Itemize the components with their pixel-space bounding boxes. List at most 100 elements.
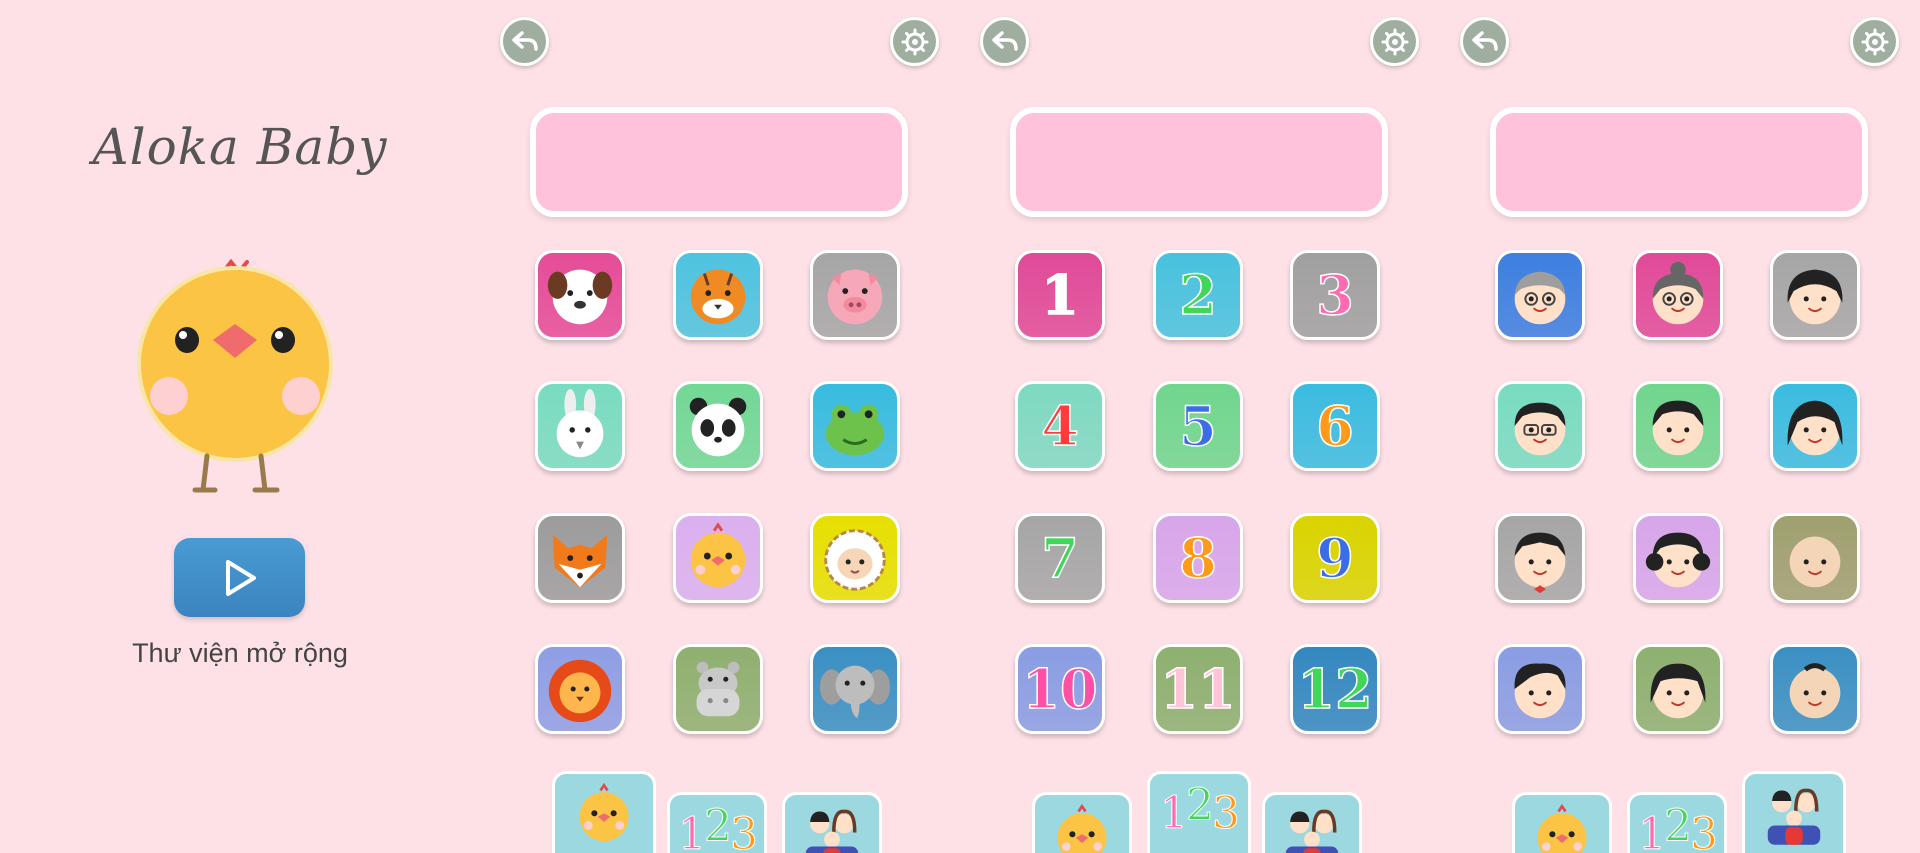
number-label: 12: [1297, 657, 1374, 721]
tile-sheep[interactable]: [810, 513, 900, 603]
baby-icon: [1789, 536, 1841, 588]
number-label: 6: [1315, 394, 1354, 458]
tile-number[interactable]: 5: [1153, 381, 1243, 471]
tile-panda[interactable]: [673, 381, 763, 471]
back-arrow-icon: [1471, 30, 1498, 51]
number-label: 11: [1160, 657, 1237, 721]
tile-number[interactable]: 7: [1015, 513, 1105, 603]
number-label: 2: [1178, 263, 1217, 327]
tile-lion[interactable]: [535, 644, 625, 734]
numbers-tab-label: 123: [678, 801, 759, 853]
library-label: Thư viện mở rộng: [132, 638, 348, 668]
tab-numbers[interactable]: 123: [667, 792, 767, 853]
tab-chick[interactable]: [1512, 792, 1612, 853]
back-arrow-icon: [511, 30, 538, 51]
uncle-icon: [1652, 400, 1704, 456]
tile-baby[interactable]: [1770, 513, 1860, 603]
family-icon: [1285, 809, 1339, 853]
number-label: 7: [1040, 526, 1079, 590]
tab-numbers[interactable]: 123: [1147, 771, 1251, 853]
tab-chick[interactable]: [552, 771, 656, 853]
lion-icon: [548, 659, 612, 723]
panel-family: 123: [1460, 0, 1920, 853]
tile-number[interactable]: 6: [1290, 381, 1380, 471]
tile-grandmother[interactable]: [1633, 250, 1723, 340]
tile-fox[interactable]: [535, 513, 625, 603]
grandmother-icon: [1652, 261, 1704, 325]
play-button[interactable]: [174, 538, 305, 617]
father-icon: [1514, 402, 1566, 456]
girl-icon: [1787, 269, 1843, 325]
gear-icon: [901, 28, 928, 55]
back-arrow-icon: [991, 30, 1018, 51]
tile-aunt[interactable]: [1633, 513, 1723, 603]
tile-dog[interactable]: [535, 250, 625, 340]
tile-toddler[interactable]: [1770, 644, 1860, 734]
tile-young-woman[interactable]: [1633, 644, 1723, 734]
tile-number[interactable]: 2: [1153, 250, 1243, 340]
panda-icon: [689, 397, 747, 457]
aunt-icon: [1645, 532, 1711, 588]
back-button[interactable]: [500, 17, 549, 66]
rabbit-icon: [556, 388, 604, 458]
family-icon: [1767, 788, 1821, 845]
toddler-icon: [1789, 663, 1841, 719]
young-man-icon: [1514, 663, 1566, 719]
back-button[interactable]: [1460, 17, 1509, 66]
sheep-icon: [824, 529, 886, 591]
chick-icon: [579, 782, 629, 842]
tab-family[interactable]: [1262, 792, 1362, 853]
pig-icon: [827, 269, 883, 325]
tile-number[interactable]: 1: [1015, 250, 1105, 340]
tile-boy[interactable]: [1495, 513, 1585, 603]
tiger-icon: [690, 269, 746, 325]
tile-rabbit[interactable]: [535, 381, 625, 471]
grandfather-icon: [1514, 271, 1566, 325]
tile-frog[interactable]: [810, 381, 900, 471]
tile-chick[interactable]: [673, 513, 763, 603]
chick-icon: [1057, 803, 1107, 853]
dog-icon: [547, 269, 613, 325]
tile-hippo[interactable]: [673, 644, 763, 734]
tile-number[interactable]: 9: [1290, 513, 1380, 603]
back-button[interactable]: [980, 17, 1029, 66]
tile-grandfather[interactable]: [1495, 250, 1585, 340]
settings-button[interactable]: [890, 17, 939, 66]
gear-icon: [1861, 28, 1888, 55]
tile-number[interactable]: 8: [1153, 513, 1243, 603]
tile-number[interactable]: 4: [1015, 381, 1105, 471]
number-label: 5: [1178, 394, 1217, 458]
chick-mascot[interactable]: [135, 258, 345, 498]
tile-number[interactable]: 12: [1290, 644, 1380, 734]
number-label: 3: [1315, 263, 1354, 327]
tile-number[interactable]: 3: [1290, 250, 1380, 340]
numbers-tab-label: 123: [1160, 780, 1241, 840]
tab-numbers[interactable]: 123: [1627, 792, 1727, 853]
tile-mother[interactable]: [1770, 381, 1860, 471]
tile-tiger[interactable]: [673, 250, 763, 340]
tile-young-man[interactable]: [1495, 644, 1585, 734]
tile-girl[interactable]: [1770, 250, 1860, 340]
young-woman-icon: [1650, 663, 1706, 719]
number-label: 9: [1315, 526, 1354, 590]
tile-father[interactable]: [1495, 381, 1585, 471]
tab-family[interactable]: [782, 792, 882, 853]
tile-uncle[interactable]: [1633, 381, 1723, 471]
tab-chick[interactable]: [1032, 792, 1132, 853]
tile-elephant[interactable]: [810, 644, 900, 734]
number-label: 8: [1178, 526, 1217, 590]
settings-button[interactable]: [1850, 17, 1899, 66]
chick-icon: [1537, 803, 1587, 853]
number-label: 10: [1022, 657, 1099, 721]
panel-animals: 123: [500, 0, 980, 853]
elephant-icon: [819, 665, 891, 719]
tab-family[interactable]: [1742, 771, 1846, 853]
settings-button[interactable]: [1370, 17, 1419, 66]
panel-numbers: 1 2 3 4 5 6 7 8 9 10 11 12 123: [980, 0, 1460, 853]
gear-icon: [1381, 28, 1408, 55]
fox-icon: [552, 534, 608, 588]
word-display-box: [1490, 107, 1868, 217]
tile-pig[interactable]: [810, 250, 900, 340]
tile-number[interactable]: 11: [1153, 644, 1243, 734]
tile-number[interactable]: 10: [1015, 644, 1105, 734]
